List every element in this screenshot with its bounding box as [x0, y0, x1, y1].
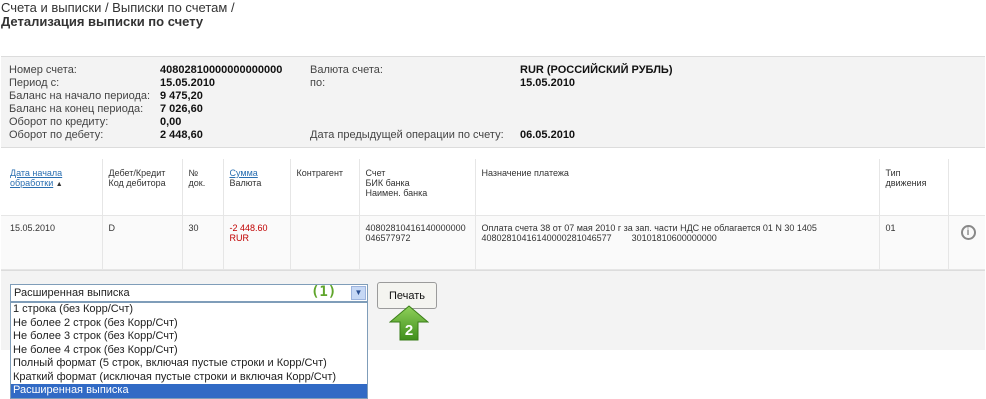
bank-name-header: Наимен. банка	[365, 188, 428, 198]
prev-operation-value: 06.05.2010	[520, 129, 576, 141]
currency-label: Валюта счета:	[310, 64, 383, 76]
cell-details[interactable]: i	[947, 215, 985, 270]
up-arrow-icon: 2	[389, 305, 429, 341]
balance-end-value: 7 026,60	[160, 103, 203, 115]
col-purpose: Назначение платежа	[474, 159, 879, 216]
col-counterparty: Контрагент	[289, 159, 359, 216]
chevron-down-icon[interactable]: ▼	[351, 286, 366, 300]
bik-value: 046577972	[365, 232, 411, 243]
period-to-value: 15.05.2010	[520, 77, 576, 89]
credit-turnover-label: Оборот по кредиту:	[9, 116, 109, 128]
breadcrumb[interactable]: Счета и выписки / Выписки по счетам /	[1, 0, 235, 15]
debit-credit-header: Дебет/Кредит	[108, 168, 166, 178]
doc-header: док.	[188, 178, 206, 188]
col-debit-credit: Дебет/Кредит Код дебитора	[101, 159, 182, 216]
format-option[interactable]: Краткий формат (исключая пустые строки и…	[11, 371, 367, 385]
purpose-line1: Оплата счета 38 от 07 мая 2010 г за зап.…	[481, 222, 817, 233]
format-option-selected[interactable]: Расширенная выписка	[11, 384, 367, 398]
step-2-marker: 2	[405, 322, 413, 339]
sort-date-link-line2[interactable]: обработки	[10, 178, 53, 188]
account-number-value: 40802810000000000000	[160, 64, 283, 76]
debit-turnover-value: 2 448,60	[160, 129, 203, 141]
balance-start-label: Баланс на начало периода:	[9, 90, 151, 102]
cell-purpose: Оплата счета 38 от 07 мая 2010 г за зап.…	[474, 215, 879, 270]
cell-type: 01	[878, 215, 948, 270]
currency-value: RUR (РОССИЙСКИЙ РУБЛЬ)	[520, 64, 673, 76]
type-header: Тип	[885, 168, 901, 178]
info-icon[interactable]: i	[960, 224, 976, 240]
prev-operation-label: Дата предыдущей операции по счету:	[310, 129, 504, 141]
col-date[interactable]: Дата начала обработки ▲	[1, 159, 102, 216]
table-header-row: Дата начала обработки ▲ Дебет/Кредит Код…	[1, 159, 985, 216]
account-header: Счет	[365, 168, 386, 178]
period-to-label: по:	[310, 77, 326, 89]
amount-currency: RUR	[229, 232, 250, 243]
col-amount[interactable]: Сумма Валюта	[222, 159, 290, 216]
format-option[interactable]: Полный формат (5 строк, включая пустые с…	[11, 357, 367, 371]
cell-doc-no: 30	[181, 215, 223, 270]
credit-turnover-value: 0,00	[160, 116, 182, 128]
col-type: Тип движения	[878, 159, 948, 216]
amount-value: -2 448.60	[229, 222, 268, 233]
cell-date: 15.05.2010	[1, 215, 102, 270]
format-option[interactable]: Не более 3 строк (без Корр/Счт)	[11, 330, 367, 344]
cell-counterparty	[289, 215, 359, 270]
table-row: 15.05.2010 D 30 -2 448.60 RUR 4080281041…	[1, 215, 985, 270]
purpose-line2: 40802810416140000281046577 3010181060000…	[481, 232, 717, 243]
sort-date-link[interactable]: Дата начала	[10, 168, 62, 178]
balance-start-value: 9 475,20	[160, 90, 203, 102]
step-1-marker: (1)	[311, 284, 337, 300]
col-doc-no: № док.	[181, 159, 223, 216]
currency-header: Валюта	[229, 178, 262, 188]
col-actions	[947, 159, 985, 216]
cell-account: 40802810416140000000 046577972	[358, 215, 475, 270]
cell-amount: -2 448.60 RUR	[222, 215, 290, 270]
col-account: Счет БИК банка Наимен. банка	[358, 159, 475, 216]
account-value: 40802810416140000000	[365, 222, 466, 233]
format-option[interactable]: Не более 4 строк (без Корр/Счт)	[11, 344, 367, 358]
sort-asc-icon[interactable]: ▲	[56, 181, 63, 188]
sort-amount-link[interactable]: Сумма	[230, 168, 258, 178]
format-select-value: Расширенная выписка	[14, 287, 130, 299]
balance-end-label: Баланс на конец периода:	[9, 103, 144, 115]
bik-header: БИК банка	[365, 178, 410, 188]
debitor-code-header: Код дебитора	[108, 178, 166, 188]
movement-header: движения	[885, 178, 927, 188]
page-title: Детализация выписки по счету	[1, 14, 204, 29]
period-from-value: 15.05.2010	[160, 77, 216, 89]
transactions-table: Дата начала обработки ▲ Дебет/Кредит Код…	[1, 159, 985, 270]
purpose-header: Назначение платежа	[481, 168, 569, 178]
doc-no-header: №	[188, 168, 199, 178]
format-option[interactable]: 1 строка (без Корр/Счт)	[11, 303, 367, 317]
debit-turnover-label: Оборот по дебету:	[9, 129, 104, 141]
cell-debit-credit: D	[101, 215, 182, 270]
account-number-label: Номер счета:	[9, 64, 77, 76]
account-info-panel: Номер счета: 40802810000000000000 Валюта…	[1, 56, 985, 148]
format-option[interactable]: Не более 2 строк (без Корр/Счт)	[11, 317, 367, 331]
format-options-list[interactable]: 1 строка (без Корр/Счт) Не более 2 строк…	[10, 302, 368, 399]
counterparty-header: Контрагент	[296, 168, 344, 178]
period-from-label: Период с:	[9, 77, 60, 89]
